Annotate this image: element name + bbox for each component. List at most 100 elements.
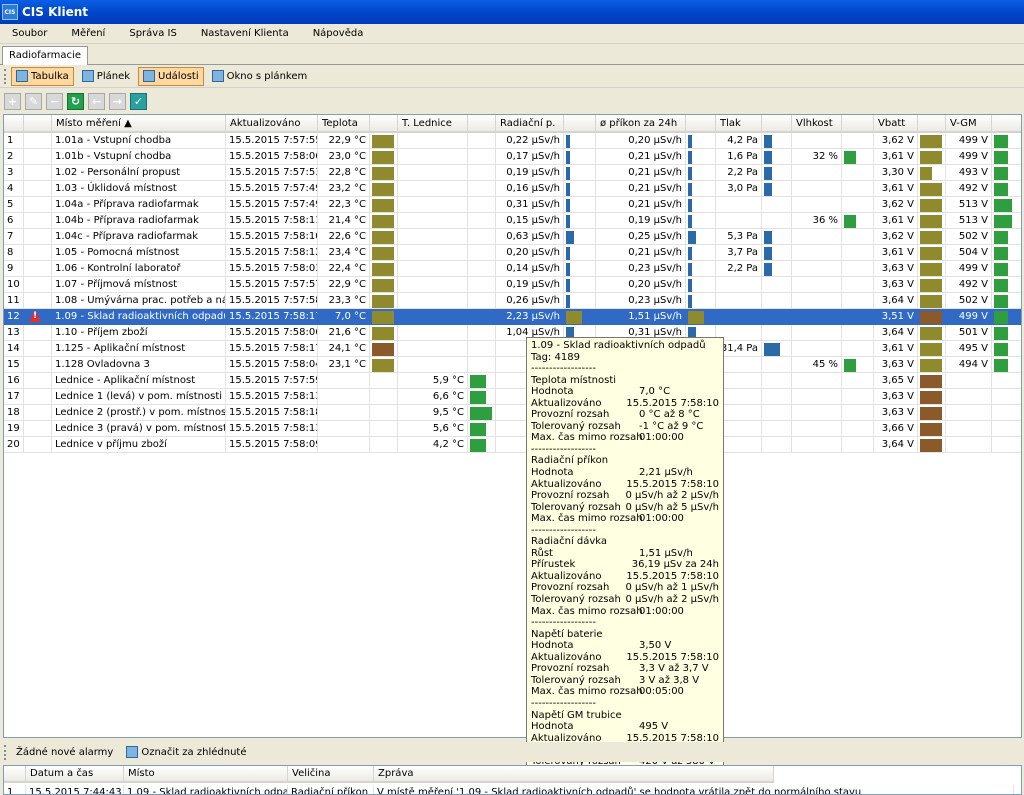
col-header-1[interactable] (24, 115, 52, 133)
menu-nastaveni[interactable]: Nastavení Klienta (189, 28, 301, 39)
col-header-16[interactable]: Vbatt (874, 115, 918, 133)
col-header-2[interactable]: Místo měření ▲ (52, 115, 226, 133)
forward-icon[interactable]: → (109, 92, 126, 110)
row-status (24, 197, 52, 213)
col-header-17[interactable] (918, 115, 946, 133)
alarm-col-index[interactable] (4, 766, 26, 783)
cell-vgm (946, 421, 992, 437)
cell-rad: 0,19 µSv/h (496, 165, 564, 181)
table-row[interactable]: 18 Lednice 2 (prostř.) v pom. místnosti 15… (4, 405, 1021, 421)
tooltip-key: Tolerovaný rozsah (531, 501, 621, 513)
mark-seen-button[interactable]: Označit za zhlédnuté (121, 743, 251, 762)
col-header-5[interactable] (370, 115, 398, 133)
col-header-6[interactable]: T. Lednice (398, 115, 468, 133)
table-row[interactable]: 11 1.08 - Umývárna prac. potřeb a nást. 15… (4, 293, 1021, 309)
bar-vgm (992, 245, 1021, 261)
table-row[interactable]: 7 1.04c - Příprava radiofarmak 15.5.2015 7… (4, 229, 1021, 245)
toolbar-grip[interactable] (4, 68, 7, 84)
bar-vgm (992, 261, 1021, 277)
col-header-19[interactable] (992, 115, 1021, 133)
col-header-15[interactable] (842, 115, 874, 133)
bar-led (468, 149, 496, 165)
level-bar (994, 151, 1008, 164)
bar-tlak (762, 405, 792, 421)
col-header-10[interactable]: ø příkon za 24h (596, 115, 686, 133)
col-header-7[interactable] (468, 115, 496, 133)
table-row[interactable]: 20 Lednice v příjmu zboží 15.5.2015 7:58:0… (4, 437, 1021, 453)
cell-name: 1.07 - Příjmová místnost (52, 277, 226, 293)
menu-napoveda[interactable]: Nápověda (301, 28, 376, 39)
menu-sprava-is[interactable]: Správa IS (117, 28, 188, 39)
cell-temp: 21,4 °C (318, 213, 370, 229)
table-row[interactable]: 4 1.03 - Úklidová místnost 15.5.2015 7:57:… (4, 181, 1021, 197)
tab-radiofarmacie[interactable]: Radiofarmacie (2, 46, 88, 65)
cell-vgm: 494 V (946, 357, 992, 373)
table-row[interactable]: 5 1.04a - Příprava radiofarmak 15.5.2015 7… (4, 197, 1021, 213)
menu-soubor[interactable]: Soubor (0, 28, 59, 39)
table-row[interactable]: 10 1.07 - Příjmová místnost 15.5.2015 7:57… (4, 277, 1021, 293)
events-view-button[interactable]: Události (138, 66, 204, 86)
col-header-8[interactable]: Radiační p. (496, 115, 564, 133)
col-header-4[interactable]: Teplota (318, 115, 370, 133)
col-header-18[interactable]: V-GM (946, 115, 992, 133)
level-bar (566, 247, 570, 260)
plan-view-button[interactable]: Plánek (77, 67, 135, 86)
settings-icon[interactable]: ✓ (130, 92, 147, 110)
table-row[interactable]: 6 1.04b - Příprava radiofarmak 15.5.2015 7… (4, 213, 1021, 229)
bar-led (468, 341, 496, 357)
table-row[interactable]: 9 1.06 - Kontrolní laboratoř 15.5.2015 7:5… (4, 261, 1021, 277)
alarm-col-place[interactable]: Místo (124, 766, 288, 783)
cell-temp: 23,0 °C (318, 149, 370, 165)
row-status (24, 245, 52, 261)
remove-icon[interactable]: − (46, 92, 63, 110)
level-bar (470, 407, 492, 420)
cell-led (398, 149, 468, 165)
tooltip-key: Radiační příkon (531, 455, 609, 467)
menu-mereni[interactable]: Měření (59, 28, 117, 39)
col-header-13[interactable] (762, 115, 792, 133)
detail-tooltip: 1.09 - Sklad radioaktivních odpadů Tag: 4… (526, 337, 724, 791)
col-header-9[interactable] (564, 115, 596, 133)
table-row[interactable]: 3 1.02 - Personální propust 15.5.2015 7:57… (4, 165, 1021, 181)
alarm-col-message[interactable]: Zpráva (374, 766, 774, 783)
edit-icon[interactable]: ✎ (25, 92, 42, 110)
refresh-icon[interactable]: ↻ (67, 92, 84, 110)
col-header-12[interactable]: Tlak (716, 115, 762, 133)
tooltip-key: Provozní rozsah (531, 663, 610, 675)
table-row[interactable]: 16 Lednice - Aplikační místnost 15.5.2015 … (4, 373, 1021, 389)
bar-vgm (992, 149, 1021, 165)
plan-window-button[interactable]: Okno s plánkem (207, 67, 313, 86)
col-header-3[interactable]: Aktualizováno (226, 115, 318, 133)
col-header-0[interactable] (4, 115, 24, 133)
alarm-col-datetime[interactable]: Datum a čas (26, 766, 124, 783)
col-header-11[interactable] (686, 115, 716, 133)
table-row[interactable]: 17 Lednice 1 (levá) v pom. místnosti 15.5.… (4, 389, 1021, 405)
alarm-toolbar-grip[interactable] (4, 744, 7, 760)
table-row[interactable]: 13 1.10 - Příjem zboží 15.5.2015 7:58:06 21… (4, 325, 1021, 341)
row-number: 7 (4, 229, 24, 245)
table-row[interactable]: 12 1.09 - Sklad radioaktivních odpadů15.5… (4, 309, 1021, 325)
cell-name: Lednice v příjmu zboží (52, 437, 226, 453)
col-header-14[interactable]: Vlhkost (792, 115, 842, 133)
table-view-button[interactable]: Tabulka (11, 66, 74, 86)
cell-vgm (946, 437, 992, 453)
bar-vlh (842, 261, 874, 277)
add-icon[interactable]: + (4, 92, 21, 110)
tooltip-line: ------------------ (531, 525, 719, 537)
table-row[interactable]: 14 1.125 - Aplikační místnost 15.5.2015 7:… (4, 341, 1021, 357)
table-row[interactable]: 15 1.128 Ovladovna 3 15.5.2015 7:58:04 23,1… (4, 357, 1021, 373)
table-row[interactable]: 19 Lednice 3 (pravá) v pom. místnosti 15.5… (4, 421, 1021, 437)
bar-vgm (992, 421, 1021, 437)
back-icon[interactable]: ← (88, 92, 105, 110)
tooltip-line: Napětí GM trubice (531, 710, 719, 722)
bar-temp (370, 229, 398, 245)
table-row[interactable]: 2 1.01b - Vstupní chodba 15.5.2015 7:58:06… (4, 149, 1021, 165)
tooltip-line: Tag: 4189 (531, 352, 719, 364)
table-row[interactable]: 8 1.05 - Pomocná místnost 15.5.2015 7:58:1… (4, 245, 1021, 261)
cell-name: 1.08 - Umývárna prac. potřeb a nást. (52, 293, 226, 309)
table-row[interactable]: 1 1.01a - Vstupní chodba 15.5.2015 7:57:55… (4, 133, 1021, 149)
alarm-col-quantity[interactable]: Veličina (288, 766, 374, 783)
cell-rad: 0,31 µSv/h (496, 197, 564, 213)
bar-vgm (992, 277, 1021, 293)
bar-rad (564, 149, 596, 165)
